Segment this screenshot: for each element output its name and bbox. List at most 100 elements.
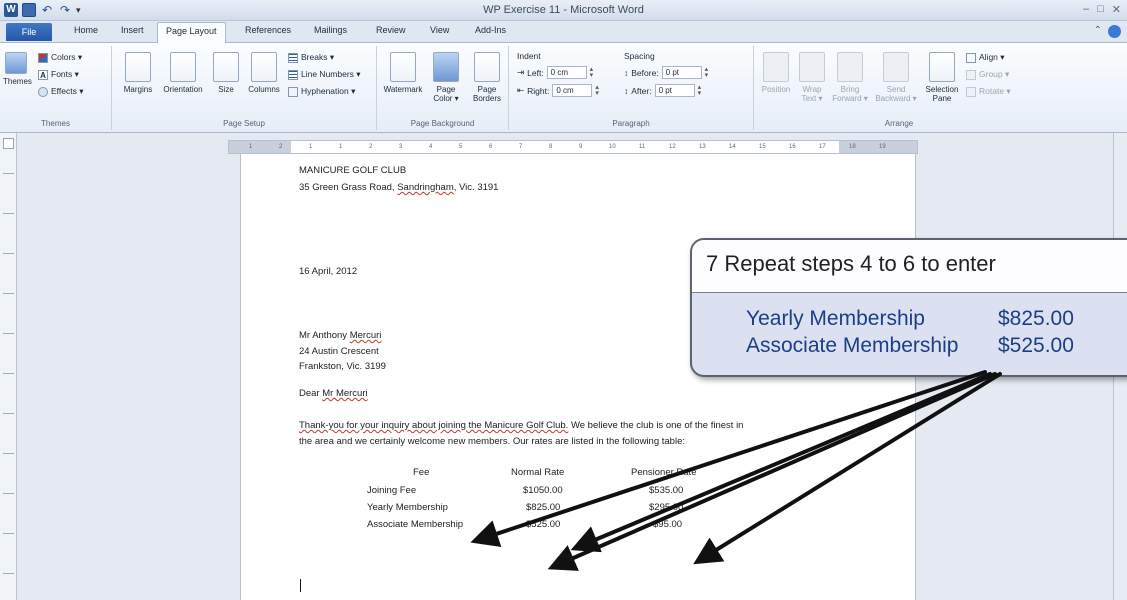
ruler-tick: 17 [819,144,826,150]
tab-page-layout[interactable]: Page Layout [157,22,226,44]
body-line-1: Thank-you for your inquiry about joining… [299,420,743,431]
title-bar: W ↶ ↷ ▾ WP Exercise 11 - Microsoft Word … [0,0,1127,21]
breaks-button[interactable]: Breaks ▾ [288,52,334,63]
page-setup-group-label: Page Setup [223,119,265,128]
watermark-icon [390,52,416,82]
salutation: Dear Mr Mercuri [299,388,368,399]
tab-selector-icon[interactable] [3,138,14,149]
indent-right-spinner[interactable]: ▴ ▾ [595,84,602,97]
watermark-button[interactable]: Watermark [383,52,423,94]
recipient-town: Frankston, Vic. 3199 [299,361,386,372]
callout-row-value: $825.00 [998,307,1074,330]
hyphenation-icon [288,86,298,97]
position-icon [763,52,789,82]
ruler-mark [3,253,14,254]
help-icon[interactable] [1108,25,1121,38]
line-numbers-button[interactable]: Line Numbers ▾ [288,69,361,80]
margins-button[interactable]: Margins [118,52,158,94]
tab-insert[interactable]: Insert [121,25,144,35]
document-page[interactable]: MANICURE GOLF CLUB 35 Green Grass Road, … [240,154,916,600]
tab-file[interactable]: File [6,23,52,41]
table-cell-normal: $525.00 [526,519,561,530]
tab-references[interactable]: References [245,25,291,35]
callout-row-associate: Associate Membership $525.00 [746,334,1074,358]
body-line-2: the area and we certainly welcome new me… [299,436,685,447]
columns-button[interactable]: Columns [244,52,284,94]
horizontal-ruler[interactable]: 1 2 1 1 2 3 4 5 6 7 8 9 10 11 12 13 14 15 16 17 18 19 [228,140,918,154]
club-address-town: Sandringham [397,182,454,193]
salutation-name: Mr Mercuri [322,388,368,399]
group-button[interactable]: Group ▾ [966,69,1009,80]
ruler-tick: 13 [699,144,706,150]
line-numbers-icon [288,69,298,80]
page-borders-button[interactable]: Page Borders [469,52,505,103]
ruler-mark [3,373,14,374]
fonts-button[interactable]: A Fonts ▾ [38,69,79,80]
themes-button[interactable]: Themes [3,52,32,86]
spacing-before-input[interactable]: 0 pt [661,66,702,79]
ribbon: Themes Colors ▾ A Fonts ▾ Effects ▾ Theme… [0,43,1127,133]
ribbon-tabs: File Home Insert Page Layout References … [0,21,1127,44]
table-cell-pensioner: $95.00 [653,519,683,530]
ruler-tick: 9 [579,144,583,150]
fonts-icon: A [38,69,48,80]
spacing-before-row: ↕ Before: 0 pt ▴ ▾ [624,66,712,79]
themes-group: Themes Colors ▾ A Fonts ▾ Effects ▾ Theme… [0,46,112,130]
maximize-button[interactable]: □ [1097,3,1104,16]
hyphenation-button[interactable]: Hyphenation ▾ [288,86,355,97]
position-button[interactable]: Position [758,52,794,94]
size-button[interactable]: Size [212,52,240,94]
callout-row-label: Associate Membership [746,334,959,357]
ruler-tick: 15 [759,144,766,150]
text-cursor [300,579,301,592]
columns-icon [251,52,277,82]
tab-add-ins[interactable]: Add-Ins [475,25,506,35]
page-color-button[interactable]: Page Color ▾ [427,52,465,103]
callout-header: 7 Repeat steps 4 to 6 to enter [692,240,1127,293]
tab-review[interactable]: Review [376,25,406,35]
align-button[interactable]: Align ▾ [966,52,1005,63]
ruler-tick: 1 [249,144,253,150]
indent-left-row: ⇥ Left: 0 cm ▴ ▾ [517,66,597,79]
close-button[interactable]: ✕ [1112,3,1121,16]
colors-button[interactable]: Colors ▾ [38,52,82,63]
size-icon [213,52,239,82]
selection-pane-button[interactable]: Selection Pane [922,52,962,103]
minimize-ribbon-icon[interactable]: ⌃ [1094,25,1102,38]
rotate-icon [966,86,976,97]
spacing-after-input[interactable]: 0 pt [654,84,695,97]
minimize-button[interactable]: – [1083,3,1089,16]
ruler-tick: 14 [729,144,736,150]
spacing-before-spinner[interactable]: ▴ ▾ [705,66,712,79]
ruler-tick: 2 [369,144,373,150]
arrange-group-label: Arrange [884,119,914,128]
ruler-tick: 10 [609,144,616,150]
ruler-mark [3,453,14,454]
indent-right-input[interactable]: 0 cm [552,84,593,97]
recipient-surname: Mercuri [349,330,382,341]
align-icon [966,52,976,63]
page-background-group-label: Page Background [410,119,475,128]
send-backward-button[interactable]: Send Backward ▾ [874,52,918,103]
colors-icon [38,52,48,63]
wrap-text-button[interactable]: Wrap Text ▾ [796,52,828,103]
spacing-after-spinner[interactable]: ▴ ▾ [698,84,705,97]
body-line-1-end: We believe the club is one of the finest… [568,420,744,431]
tab-mailings[interactable]: Mailings [314,25,347,35]
bring-forward-button[interactable]: Bring Forward ▾ [830,52,870,103]
spacing-after-row: ↕ After: 0 pt ▴ ▾ [624,84,705,97]
table-cell-fee: Joining Fee [367,485,417,496]
rotate-button[interactable]: Rotate ▾ [966,86,1011,97]
indent-left-input[interactable]: 0 cm [546,66,587,79]
effects-button[interactable]: Effects ▾ [38,86,83,97]
callout-row-yearly: Yearly Membership $825.00 [746,307,1074,331]
recipient-street: 24 Austin Crescent [299,346,379,357]
tab-view[interactable]: View [430,25,449,35]
indent-left-spinner[interactable]: ▴ ▾ [590,66,597,79]
indent-label: Indent [517,51,541,61]
tab-home[interactable]: Home [74,25,98,35]
ruler-tick: 11 [639,144,646,150]
orientation-button[interactable]: Orientation [158,52,208,94]
ruler-mark [3,333,14,334]
ruler-tick: 7 [519,144,523,150]
